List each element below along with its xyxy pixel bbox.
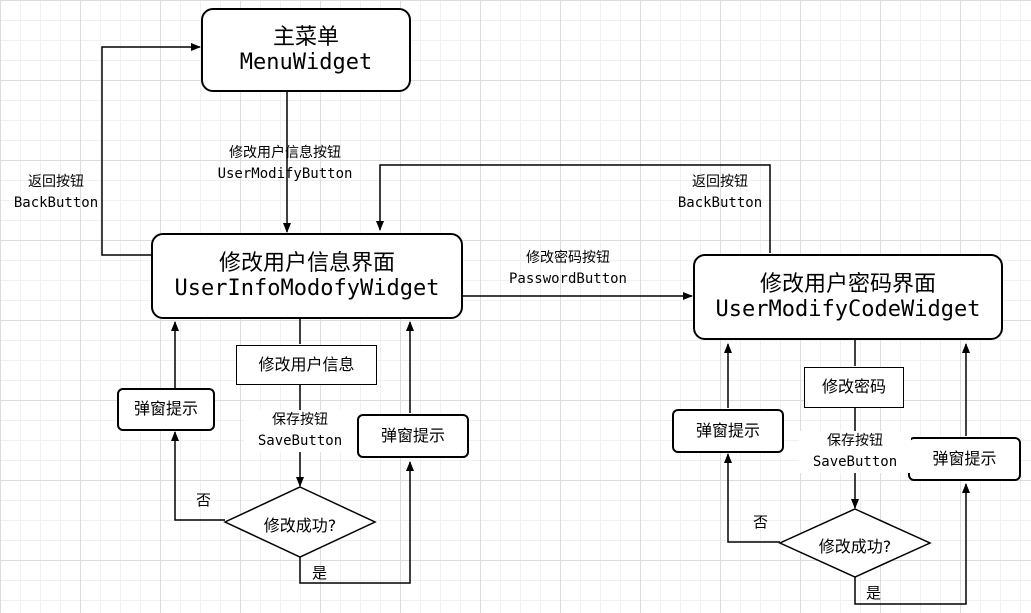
save-button-right-label: 保存按钮 SaveButton [799, 431, 911, 473]
edge-back-to-menu [101, 43, 201, 256]
password-button-cn: 修改密码按钮 [526, 250, 610, 266]
save-button-left-cn: 保存按钮 [272, 412, 328, 428]
user-modify-button-cn: 修改用户信息按钮 [229, 145, 341, 161]
yes-left-label: 是 [312, 564, 328, 582]
back-button-right-label: 返回按钮 BackButton [664, 172, 776, 214]
menu-widget-title: 主菜单 [272, 24, 339, 50]
decision-left-label: 修改成功? [263, 516, 337, 535]
save-button-right-code: SaveButton [812, 454, 898, 470]
back-button-left-cn: 返回按钮 [28, 174, 84, 190]
popup-right-1-label: 弹窗提示 [695, 420, 760, 440]
popup-left-2: 弹窗提示 [357, 414, 469, 458]
save-button-right-cn: 保存按钮 [827, 433, 883, 449]
usercode-widget-code: UserModifyCodeWidget [715, 297, 981, 322]
modify-info-box: 修改用户信息 [236, 345, 377, 385]
back-button-left-code: BackButton [13, 195, 99, 211]
popup-right-2-label: 弹窗提示 [932, 448, 997, 468]
modify-password-label: 修改密码 [821, 377, 886, 397]
decision-right-label: 修改成功? [818, 537, 892, 556]
userinfo-widget-node: 修改用户信息界面 UserInfoModofyWidget [151, 233, 463, 319]
user-modify-button-label: 修改用户信息按钮 UserModifyButton [195, 143, 375, 185]
no-left-label: 否 [196, 491, 212, 509]
back-button-right-code: BackButton [677, 195, 763, 211]
user-modify-button-code: UserModifyButton [217, 166, 353, 182]
no-right-label: 否 [753, 513, 769, 531]
popup-left-1: 弹窗提示 [117, 388, 215, 431]
popup-left-1-label: 弹窗提示 [133, 399, 198, 419]
popup-left-2-label: 弹窗提示 [380, 425, 445, 445]
menu-widget-node: 主菜单 MenuWidget [201, 8, 411, 92]
usercode-widget-title: 修改用户密码界面 [759, 271, 936, 297]
back-button-right-cn: 返回按钮 [692, 174, 748, 190]
userinfo-widget-title: 修改用户信息界面 [218, 250, 395, 276]
popup-right-2: 弹窗提示 [908, 437, 1021, 481]
menu-widget-code: MenuWidget [239, 50, 373, 75]
save-button-left-code: SaveButton [257, 433, 343, 449]
usercode-widget-node: 修改用户密码界面 UserModifyCodeWidget [693, 254, 1003, 340]
password-button-code: PasswordButton [508, 271, 627, 287]
modify-password-box: 修改密码 [804, 367, 904, 408]
modify-info-label: 修改用户信息 [258, 354, 355, 374]
yes-right-label: 是 [866, 584, 882, 602]
back-button-left-label: 返回按钮 BackButton [0, 172, 112, 214]
save-button-left-label: 保存按钮 SaveButton [244, 410, 356, 452]
popup-right-1: 弹窗提示 [672, 409, 784, 453]
password-button-label: 修改密码按钮 PasswordButton [488, 248, 648, 290]
userinfo-widget-code: UserInfoModofyWidget [174, 276, 440, 301]
